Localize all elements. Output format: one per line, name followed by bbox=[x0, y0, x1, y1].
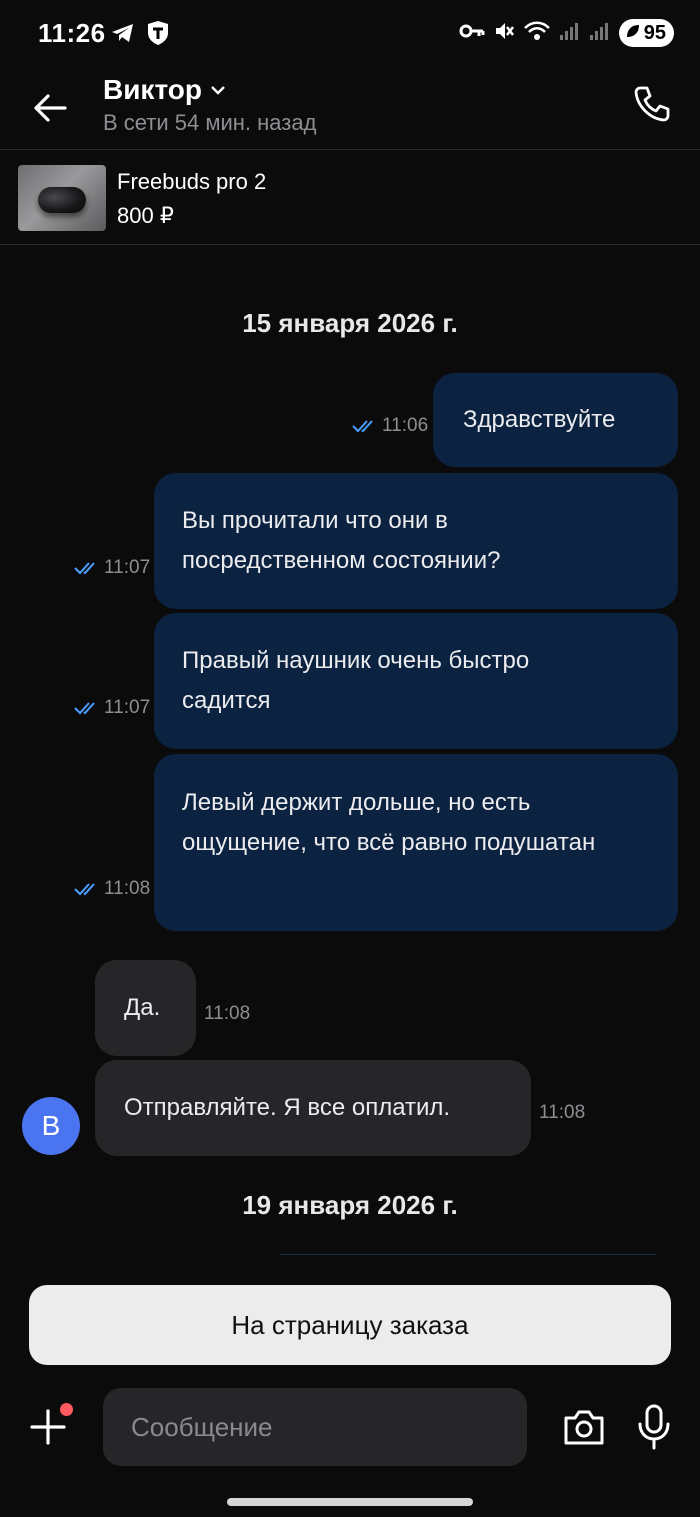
message-text: Здравствуйте bbox=[463, 406, 616, 433]
telegram-icon bbox=[110, 21, 136, 50]
message-text: Отправляйте. Я все оплатил. bbox=[124, 1094, 451, 1121]
status-bar: 11:26 95 bbox=[0, 0, 700, 66]
date-separator: 19 января 2026 г. bbox=[242, 1190, 458, 1220]
order-page-button[interactable]: На страницу заказа bbox=[29, 1285, 671, 1365]
microphone-button[interactable] bbox=[632, 1402, 676, 1452]
back-button[interactable] bbox=[30, 88, 70, 128]
message-incoming[interactable]: Да. bbox=[95, 960, 196, 1056]
double-check-icon bbox=[352, 420, 373, 433]
double-check-icon bbox=[74, 702, 95, 715]
product-card[interactable]: Freebuds pro 2 800 ₽ bbox=[0, 151, 700, 245]
contact-name: Виктор bbox=[103, 74, 202, 105]
product-image bbox=[18, 165, 106, 231]
phone-icon bbox=[634, 86, 670, 122]
microphone-icon bbox=[638, 1404, 670, 1450]
home-indicator[interactable] bbox=[227, 1498, 473, 1506]
message-time: 11:06 bbox=[382, 415, 429, 436]
message-text: Вы прочитали что они в посредственном со… bbox=[182, 507, 501, 574]
signal-icon-2 bbox=[589, 21, 611, 46]
divider bbox=[280, 1254, 656, 1255]
chat-header: Виктор В сети 54 мин. назад bbox=[0, 66, 700, 150]
battery-level: 95 bbox=[643, 21, 666, 44]
message-time: 11:08 bbox=[104, 878, 151, 899]
message-meta: 11:06 bbox=[352, 415, 428, 437]
camera-icon bbox=[564, 1410, 604, 1445]
signal-icon bbox=[559, 21, 581, 46]
message-time: 11:08 bbox=[204, 1003, 251, 1024]
call-button[interactable] bbox=[630, 82, 674, 126]
notification-dot bbox=[60, 1403, 73, 1416]
message-outgoing[interactable]: Левый держит дольше, но есть ощущение, ч… bbox=[154, 754, 678, 931]
message-text: Левый держит дольше, но есть ощущение, ч… bbox=[182, 789, 596, 856]
message-meta: 11:08 bbox=[74, 878, 150, 900]
key-icon bbox=[459, 21, 485, 46]
leaf-icon bbox=[625, 22, 641, 45]
message-meta: 11:07 bbox=[74, 697, 150, 719]
wifi-icon bbox=[523, 20, 551, 47]
message-time: 11:07 bbox=[104, 697, 151, 718]
date-separator: 15 января 2026 г. bbox=[242, 308, 458, 338]
contact-status: В сети 54 мин. назад bbox=[103, 110, 317, 135]
plus-icon bbox=[30, 1409, 66, 1445]
status-time: 11:26 bbox=[38, 18, 106, 48]
product-price: 800 ₽ bbox=[117, 203, 174, 228]
message-outgoing[interactable]: Вы прочитали что они в посредственном со… bbox=[154, 473, 678, 609]
mute-icon bbox=[493, 20, 515, 47]
chevron-down-icon bbox=[211, 86, 225, 95]
message-meta: 11:07 bbox=[74, 557, 150, 579]
shield-app-icon bbox=[146, 20, 170, 51]
camera-button[interactable] bbox=[560, 1405, 608, 1449]
message-outgoing[interactable]: Правый наушник очень быстро садится bbox=[154, 613, 678, 749]
message-time: 11:08 bbox=[539, 1102, 586, 1123]
double-check-icon bbox=[74, 883, 95, 896]
message-outgoing[interactable]: Здравствуйте bbox=[433, 373, 678, 467]
message-input[interactable] bbox=[103, 1388, 527, 1466]
message-text: Правый наушник очень быстро садится bbox=[182, 647, 530, 714]
double-check-icon bbox=[74, 562, 95, 575]
battery-indicator: 95 bbox=[618, 19, 674, 47]
arrow-left-icon bbox=[34, 94, 67, 122]
product-title: Freebuds pro 2 bbox=[117, 169, 267, 194]
avatar[interactable]: В bbox=[22, 1097, 80, 1155]
contact-name-button[interactable]: Виктор bbox=[103, 74, 226, 106]
message-text: Да. bbox=[124, 994, 161, 1021]
message-incoming[interactable]: Отправляйте. Я все оплатил. bbox=[95, 1060, 531, 1156]
message-time: 11:07 bbox=[104, 557, 151, 578]
